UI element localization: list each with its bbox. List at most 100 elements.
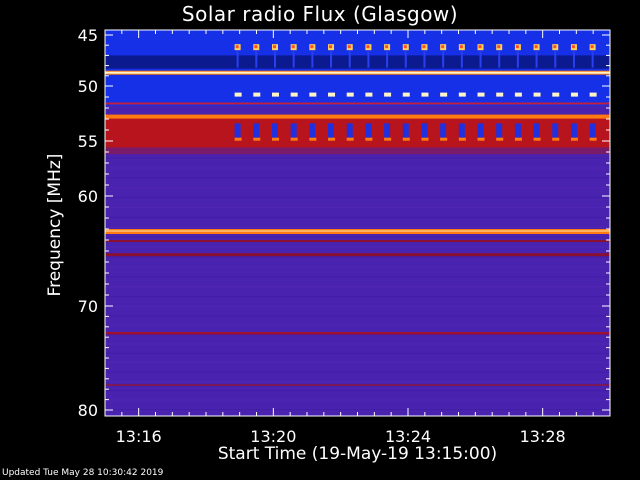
burst-50 [514, 92, 522, 97]
texture-line [105, 187, 610, 189]
burst-54 [514, 137, 522, 141]
burst-54 [552, 137, 560, 141]
burst-50 [253, 92, 261, 97]
burst-stem [498, 51, 501, 68]
y-tick-label: 45 [78, 26, 98, 45]
burst-blue-53 [328, 123, 335, 138]
texture-line [105, 324, 610, 326]
burst-stem [404, 51, 407, 68]
texture-line [105, 167, 610, 169]
burst-stem [423, 51, 426, 68]
band-red-51 [105, 102, 610, 105]
texture-line [105, 352, 610, 354]
texture-line [105, 371, 610, 373]
burst-50 [384, 92, 392, 97]
burst-50 [589, 92, 597, 97]
burst-blue-53 [290, 123, 297, 138]
burst-54 [477, 137, 485, 141]
burst-top-core [329, 45, 333, 49]
burst-top-core [235, 45, 239, 49]
burst-50 [477, 92, 485, 97]
burst-50 [234, 92, 242, 97]
x-tick-label: 13:20 [250, 427, 296, 446]
burst-stem [292, 51, 295, 68]
burst-54 [589, 137, 597, 141]
burst-top-core [366, 45, 370, 49]
burst-50 [421, 92, 429, 97]
burst-50 [271, 92, 279, 97]
burst-top-core [497, 45, 501, 49]
burst-50 [552, 92, 560, 97]
burst-top-core [553, 45, 557, 49]
burst-50 [440, 92, 448, 97]
texture-line [105, 216, 610, 218]
spectrogram-plot: 13:16 13:20 13:24 13:28 45 50 55 60 70 80 [78, 26, 611, 446]
burst-stem [591, 51, 594, 68]
burst-stem [386, 51, 389, 68]
burst-blue-53 [253, 123, 260, 138]
burst-50 [309, 92, 317, 97]
burst-top-core [515, 45, 519, 49]
burst-top-core [347, 45, 351, 49]
burst-blue-53 [365, 123, 372, 138]
burst-blue-53 [496, 123, 503, 138]
burst-top-core [310, 45, 314, 49]
burst-50 [533, 92, 541, 97]
burst-blue-53 [234, 123, 241, 138]
band-white-48 [105, 71, 610, 74]
burst-stem [535, 51, 538, 68]
texture-line [105, 207, 610, 208]
burst-54 [458, 137, 466, 141]
burst-blue-53 [533, 123, 540, 138]
burst-54 [271, 137, 279, 141]
burst-top-core [385, 45, 389, 49]
x-tick-label: 13:16 [116, 427, 162, 446]
texture-line [105, 390, 610, 392]
texture-line [105, 408, 610, 410]
burst-blue-53 [271, 123, 278, 138]
band-orange-53 [105, 114, 610, 119]
texture-line [105, 380, 610, 382]
band-red-64 [105, 240, 610, 242]
burst-stem [516, 51, 519, 68]
burst-blue-53 [421, 123, 428, 138]
burst-50 [496, 92, 504, 97]
texture-line [105, 306, 610, 307]
burst-54 [402, 137, 410, 141]
texture-line [105, 276, 610, 278]
burst-54 [421, 137, 429, 141]
burst-blue-53 [589, 123, 596, 138]
texture-line [105, 296, 610, 298]
band-orange-63-core [105, 230, 610, 232]
burst-50 [365, 92, 373, 97]
burst-54 [570, 137, 578, 141]
burst-blue-53 [402, 123, 409, 138]
burst-54 [384, 137, 392, 141]
texture-line [105, 286, 610, 288]
spectrogram-image [105, 30, 610, 416]
band-red-fade [105, 147, 610, 155]
texture-line [105, 334, 610, 336]
burst-stem [554, 51, 557, 68]
burst-stem [460, 51, 463, 68]
burst-blue-53 [552, 123, 559, 138]
burst-54 [290, 137, 298, 141]
burst-top-core [459, 45, 463, 49]
burst-50 [328, 92, 336, 97]
burst-stem [273, 51, 276, 68]
burst-top-core [254, 45, 258, 49]
burst-top-core [403, 45, 407, 49]
burst-stem [330, 51, 333, 68]
burst-top-core [571, 45, 575, 49]
texture-line [105, 343, 610, 345]
burst-54 [533, 137, 541, 141]
burst-54 [309, 137, 317, 141]
burst-blue-53 [384, 123, 391, 138]
texture-line [105, 266, 610, 268]
burst-stem [348, 51, 351, 68]
texture-line [105, 362, 610, 364]
y-tick-label: 60 [78, 187, 98, 206]
burst-50 [458, 92, 466, 97]
burst-stem [479, 51, 482, 68]
band-red-65 [105, 253, 610, 257]
